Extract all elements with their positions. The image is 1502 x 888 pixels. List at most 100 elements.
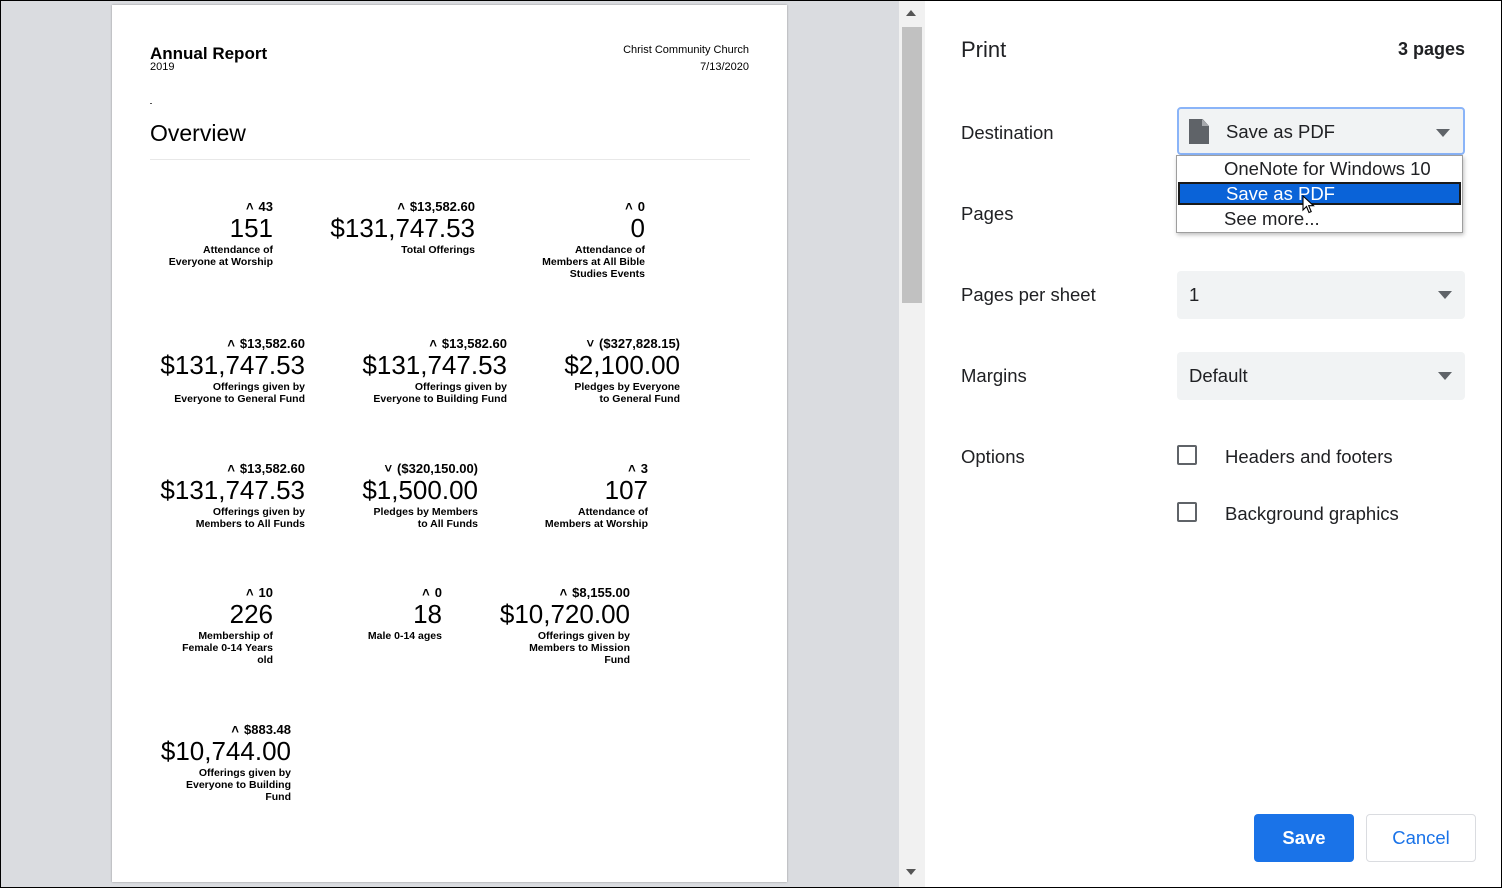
headers-footers-checkbox[interactable] [1177,445,1197,465]
scroll-up-arrow-icon[interactable] [906,10,916,16]
metric-delta: ˄ $883.48 [231,722,291,737]
metric-card: ˄ $13,582.60 $131,747.53 Total Offerings [330,199,475,256]
metric-delta: ˄ $13,582.60 [397,199,475,214]
metric-value: 18 [413,599,442,629]
chevron-up-icon: ˄ [559,585,568,600]
chevron-up-icon: ˄ [245,199,254,214]
metric-card: ˅ ($327,828.15) $2,100.00 Pledges by Ever… [564,336,680,405]
margins-value: Default [1189,365,1248,386]
metric-label: Male 0-14 ages [367,630,442,642]
metric-value: $2,100.00 [564,350,680,380]
metric-card: ˄ 43 151 Attendance of Everyone at Worshi… [169,199,273,268]
chevron-down-icon [1438,291,1452,299]
metric-value: $131,747.53 [362,350,507,380]
chevron-up-icon: ˄ [227,461,235,476]
section-title: Overview [150,120,246,146]
pages-per-sheet-label: Pages per sheet [961,284,1096,305]
chevron-up-icon: ˄ [625,199,633,214]
metric-label: Total Offerings [401,244,475,256]
page-count: 3 pages [1397,39,1465,59]
print-settings-panel: Print 3 pages Destination Save as PDF Pa… [925,1,1501,887]
metric-delta: ˅ ($327,828.15) [586,336,680,351]
metric-delta: ˄ 43 [245,199,273,214]
background-graphics-label[interactable]: Background graphics [1225,503,1399,525]
metric-card: ˄ $13,582.60 $131,747.53 Offerings given … [362,336,507,405]
chevron-up-icon: ˄ [227,336,235,351]
chevron-down-icon: ˅ [384,461,393,476]
metric-label: Attendance of Members at All Bible Studi… [542,244,645,280]
dropdown-option-onenote[interactable]: OneNote for Windows 10 [1178,157,1461,180]
metric-delta: ˄ 3 [628,461,648,476]
preview-page: Annual Report 2019 Christ Community Chur… [112,5,787,882]
print-dialog: Annual Report 2019 Christ Community Chur… [0,0,1502,888]
metric-label: Offerings given by Everyone to General F… [174,381,305,405]
chevron-up-icon: ˄ [245,585,254,600]
divider-dot [150,103,152,104]
margins-label: Margins [961,365,1027,386]
chevron-up-icon: ˄ [231,722,239,737]
mouse-cursor-icon [1302,195,1315,214]
chevron-up-icon: ˄ [422,585,430,600]
metric-label: Membership of Female 0-14 Years old [182,630,273,666]
chevron-down-icon [1436,129,1450,137]
metric-card: ˄ 0 0 Attendance of Members at All Bible … [542,199,645,280]
metric-value: 0 [630,213,645,243]
document-icon [1189,119,1209,144]
chevron-up-icon: ˄ [429,336,437,351]
metric-delta: ˄ 0 [625,199,645,214]
pages-per-sheet-value: 1 [1189,284,1200,305]
metric-delta: ˄ $8,155.00 [559,585,630,600]
chevron-down-icon [1438,372,1452,380]
metric-value: $10,720.00 [499,599,630,629]
options-label: Options [961,446,1025,467]
chevron-down-icon: ˅ [586,336,595,351]
panel-title: Print [961,37,1007,62]
metric-card: ˄ 3 107 Attendance of Members at Worship [545,461,648,530]
metric-delta: ˄ $13,582.60 [429,336,507,351]
chevron-up-icon: ˄ [628,461,636,476]
pages-per-sheet-select[interactable]: 1 [1177,271,1465,319]
save-button[interactable]: Save [1254,814,1354,862]
metric-delta: ˄ 10 [245,585,273,600]
margins-select[interactable]: Default [1177,352,1465,400]
preview-scrollbar[interactable] [899,1,925,887]
metric-card: ˄ $883.48 $10,744.00 Offerings given by E… [161,722,291,803]
metric-label: Attendance of Everyone at Worship [168,244,273,268]
metric-value: $1,500.00 [362,475,478,505]
scroll-down-arrow-icon[interactable] [906,869,916,875]
metric-label: Pledges by Everyone to General Fund [574,381,680,405]
pages-label: Pages [961,203,1014,224]
metric-value: 151 [229,213,273,243]
metric-label: Offerings given by Members to All Funds [195,506,305,530]
metric-label: Pledges by Members to All Funds [373,506,478,530]
metric-label: Offerings given by Everyone to Building … [373,381,507,405]
metric-card: ˄ 0 18 Male 0-14 ages [368,585,442,642]
report-date: 7/13/2020 [700,61,749,73]
dropdown-option-see-more[interactable]: See more... [1178,207,1461,230]
metric-value: $131,747.53 [160,350,305,380]
metric-card: ˅ ($320,150.00) $1,500.00 Pledges by Memb… [362,461,478,530]
dropdown-option-save-as-pdf[interactable]: Save as PDF [1178,182,1461,205]
metric-value: $10,744.00 [160,736,291,766]
print-preview-area: Annual Report 2019 Christ Community Chur… [1,1,899,887]
cancel-button[interactable]: Cancel [1366,814,1476,862]
metric-label: Offerings given by Everyone to Building … [185,767,291,803]
destination-label: Destination [961,122,1054,143]
scrollbar-thumb[interactable] [902,27,922,303]
headers-footers-label[interactable]: Headers and footers [1225,446,1393,468]
metric-card: ˄ $13,582.60 $131,747.53 Offerings given … [160,336,305,405]
metric-value: 226 [229,599,273,629]
metric-value: 107 [604,475,648,505]
metric-card: ˄ 10 226 Membership of Female 0-14 Years … [182,585,273,666]
metric-delta: ˅ ($320,150.00) [384,461,478,476]
metric-label: Attendance of Members at Worship [544,506,648,530]
metric-card: ˄ $8,155.00 $10,720.00 Offerings given by… [500,585,630,666]
metric-delta: ˄ $13,582.60 [227,461,305,476]
report-year: 2019 [150,61,175,73]
section-divider [150,159,750,160]
background-graphics-checkbox[interactable] [1177,502,1197,522]
chevron-up-icon: ˄ [397,199,405,214]
metric-value: $131,747.53 [330,213,475,243]
destination-value: Save as PDF [1226,121,1335,142]
destination-select[interactable]: Save as PDF [1177,107,1465,155]
